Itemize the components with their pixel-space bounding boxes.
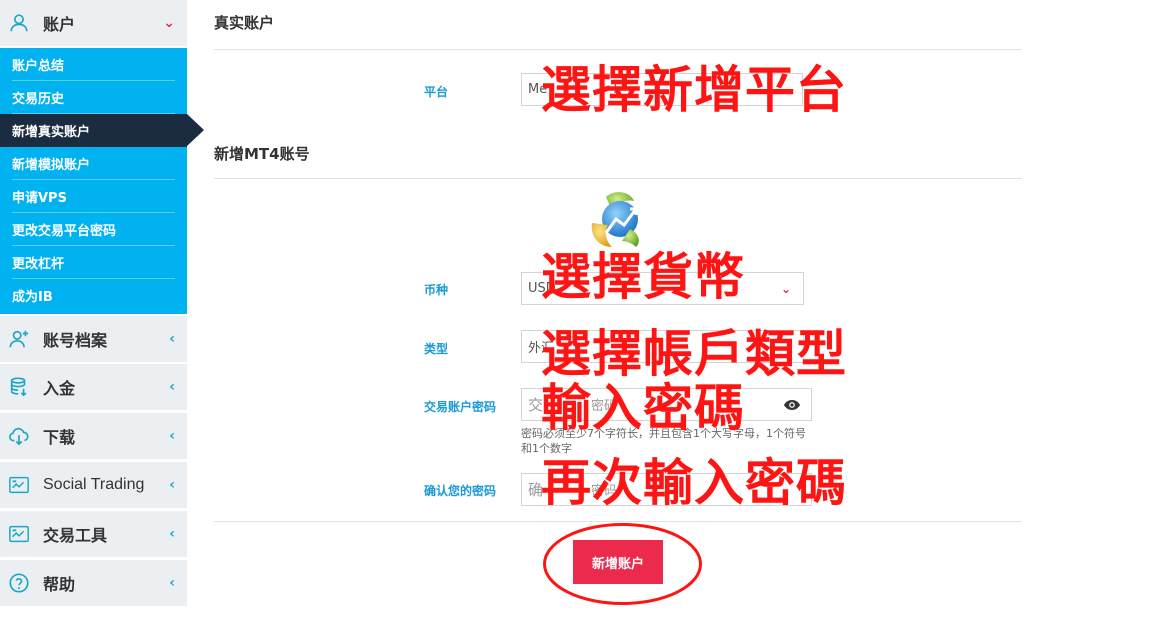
divider [214,49,1022,50]
submenu-item-become-ib[interactable]: 成为IB [0,279,187,312]
sidebar-menu-deposit[interactable]: 入金 ‹ [0,364,187,410]
submenu-item-trade-history[interactable]: 交易历史 [0,81,187,114]
type-label: 类型 [424,342,449,356]
submenu-item-change-platform-password[interactable]: 更改交易平台密码 [0,213,187,246]
chevron-down-icon: ⌄ [780,281,791,296]
sidebar-menu-label: 交易工具 [43,526,108,545]
account-submenu: 账户总结 交易历史 新增真实账户 新增模拟账户 申请VPS 更改交易平台密码 更… [0,48,204,314]
submenu-item-label: 申请VPS [12,191,67,206]
chevron-left-icon: ‹ [169,428,175,444]
confirm-password-label: 确认您的密码 [424,484,497,498]
password-label: 交易账户密码 [424,400,497,414]
sidebar-menu-label: 账户 [43,15,76,34]
annotation-select-type: 選擇帳戶類型 [541,325,847,383]
metatrader-logo-icon [591,192,639,247]
submenu-item-label: 更改交易平台密码 [12,224,117,239]
highlight-ring [543,523,702,605]
submenu-item-label: 成为IB [12,290,53,305]
sidebar-menu-social-trading[interactable]: Social Trading ‹ [0,462,187,508]
currency-label: 币种 [424,283,449,297]
submenu-item-label: 更改杠杆 [12,257,65,272]
sidebar-menu-label: 账号档案 [43,331,108,350]
sidebar-menu-download[interactable]: 下载 ‹ [0,413,187,459]
submenu-item-new-real-account[interactable]: 新增真实账户 [0,114,204,147]
chart-card-icon [9,476,29,494]
eye-icon[interactable] [783,399,801,411]
chevron-down-icon: ⌄ [163,15,175,31]
chevron-left-icon: ‹ [169,331,175,347]
annotation-select-currency: 選擇貨幣 [541,248,745,306]
sidebar-menu-help[interactable]: 帮助 ‹ [0,560,187,606]
submenu-item-label: 账户总结 [12,59,65,74]
user-plus-icon [9,330,29,348]
submenu-item-label: 新增真实账户 [12,125,91,140]
chart-card-icon [9,525,29,543]
help-circle-icon [9,573,29,593]
annotation-select-platform: 選擇新增平台 [541,61,847,119]
annotation-enter-password: 輸入密碼 [541,379,745,437]
submenu-item-new-demo-account[interactable]: 新增模拟账户 [0,147,187,180]
sidebar-menu-account[interactable]: 账户 ⌄ [0,0,187,46]
sidebar-menu-label: Social Trading [43,476,145,493]
submenu-item-account-summary[interactable]: 账户总结 [0,48,187,81]
chevron-left-icon: ‹ [169,477,175,493]
submenu-item-apply-vps[interactable]: 申请VPS [0,180,187,213]
submenu-item-label: 交易历史 [12,92,65,107]
divider [214,178,1022,179]
section-title-real-account: 真实账户 [214,14,275,32]
sidebar-menu-label: 下载 [43,428,76,447]
annotation-reenter-password: 再次輸入密碼 [541,454,847,512]
coin-stack-icon [10,377,27,397]
sidebar: 账户 ⌄ 账户总结 交易历史 新增真实账户 新增模拟账户 申请VPS 更改交易平… [0,0,204,610]
submenu-item-label: 新增模拟账户 [12,158,91,173]
sidebar-menu-profile[interactable]: 账号档案 ‹ [0,316,187,362]
chevron-left-icon: ‹ [169,575,175,591]
chevron-left-icon: ‹ [169,526,175,542]
platform-label: 平台 [424,85,449,99]
chevron-left-icon: ‹ [169,379,175,395]
cloud-download-icon [9,427,29,446]
sidebar-menu-trading-tools[interactable]: 交易工具 ‹ [0,511,187,557]
section-title-new-mt4: 新增MT4账号 [214,145,310,163]
sidebar-menu-label: 入金 [43,379,76,398]
sidebar-menu-label: 帮助 [43,575,76,594]
submenu-item-change-leverage[interactable]: 更改杠杆 [0,246,187,279]
user-icon [10,14,28,32]
